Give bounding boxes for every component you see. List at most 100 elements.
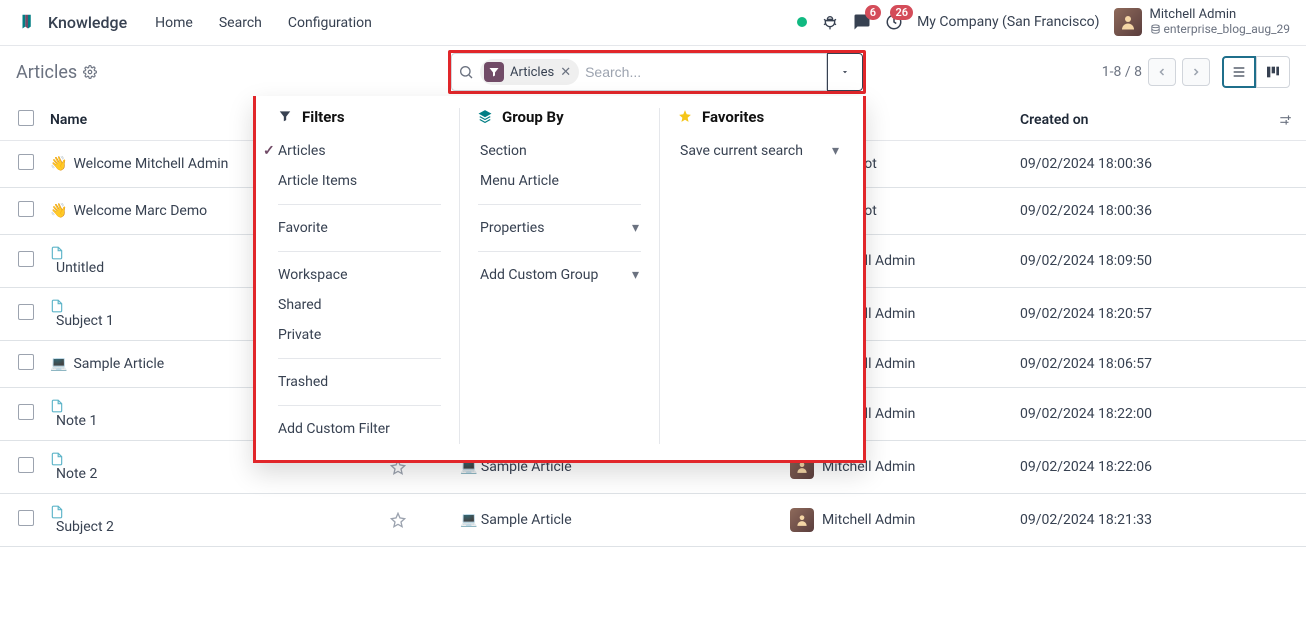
groupby-column: Group By Section Menu Article Properties… [459, 108, 659, 444]
filter-article-items[interactable]: Article Items [278, 166, 441, 196]
filter-chip-articles: Articles ✕ [480, 59, 579, 85]
groupby-heading: Group By [478, 108, 641, 126]
article-name: Untitled [56, 260, 104, 276]
favorites-heading: Favorites [678, 108, 841, 126]
article-name: Sample Article [73, 356, 164, 372]
article-icon [50, 505, 374, 519]
filters-column: Filters Articles Article Items Favorite … [260, 108, 459, 444]
filter-favorite[interactable]: Favorite [278, 213, 441, 243]
article-icon: 👋 [50, 203, 67, 219]
pager-text[interactable]: 1-8 / 8 [1102, 64, 1142, 80]
database-name: enterprise_blog_aug_29 [1150, 23, 1290, 37]
search-dropdown-toggle[interactable] [827, 53, 863, 91]
favorite-star-icon[interactable] [390, 512, 444, 528]
created-on: 09/02/2024 18:22:06 [1020, 459, 1152, 475]
chevron-down-icon: ▾ [632, 220, 639, 236]
article-name: Note 1 [56, 413, 97, 429]
activities-icon[interactable]: 26 [885, 13, 903, 31]
list-view-button[interactable] [1222, 56, 1256, 88]
user-menu[interactable]: Mitchell Admin enterprise_blog_aug_29 [1114, 8, 1290, 37]
article-icon: 💻 [50, 356, 67, 372]
user-name: Mitchell Admin [1150, 8, 1290, 23]
topbar: Knowledge Home Search Configuration 6 26… [0, 0, 1306, 46]
row-checkbox[interactable] [18, 510, 34, 526]
filter-chip-label: Articles [510, 65, 554, 80]
adjust-columns-icon[interactable] [1278, 113, 1298, 127]
nav-home[interactable]: Home [145, 9, 203, 37]
search-bar[interactable]: Articles ✕ [451, 53, 827, 91]
filter-workspace[interactable]: Workspace [278, 260, 441, 290]
row-checkbox[interactable] [18, 304, 34, 320]
company-switcher[interactable]: My Company (San Francisco) [917, 14, 1099, 30]
row-checkbox[interactable] [18, 404, 34, 420]
pager-next-button[interactable] [1182, 58, 1210, 86]
filters-heading: Filters [278, 108, 441, 126]
created-on: 09/02/2024 18:00:36 [1020, 156, 1152, 172]
chevron-down-icon: ▾ [832, 143, 839, 159]
favorites-column: Favorites Save current search ▾ [659, 108, 859, 444]
messages-icon[interactable]: 6 [853, 13, 871, 31]
filter-private[interactable]: Private [278, 320, 441, 350]
close-icon[interactable]: ✕ [560, 65, 571, 80]
created-on: 09/02/2024 18:22:00 [1020, 406, 1152, 422]
row-checkbox[interactable] [18, 457, 34, 473]
created-on: 09/02/2024 18:00:36 [1020, 203, 1152, 219]
author-name: Mitchell Admin [822, 512, 915, 528]
search-icon [458, 64, 474, 80]
created-on: 09/02/2024 18:20:57 [1020, 306, 1152, 322]
right-controls: 1-8 / 8 [1102, 56, 1290, 88]
article-icon: 👋 [50, 156, 67, 172]
nav-configuration[interactable]: Configuration [278, 9, 382, 37]
article-name: Subject 1 [56, 313, 114, 329]
article-item-parent: 💻 Sample Article [460, 512, 572, 528]
chevron-down-icon: ▾ [632, 267, 639, 283]
article-name: Subject 2 [56, 519, 114, 535]
row-checkbox[interactable] [18, 251, 34, 267]
groupby-section[interactable]: Section [478, 136, 641, 166]
view-switcher [1222, 56, 1290, 88]
search-options-panel: Filters Articles Article Items Favorite … [253, 96, 866, 463]
favorites-save-search[interactable]: Save current search ▾ [678, 136, 841, 166]
filter-trashed[interactable]: Trashed [278, 367, 441, 397]
systray: 6 26 My Company (San Francisco) Mitchell… [797, 8, 1290, 37]
created-on: 09/02/2024 18:06:57 [1020, 356, 1152, 372]
messages-badge: 6 [865, 5, 881, 20]
row-checkbox[interactable] [18, 154, 34, 170]
layers-icon [478, 109, 494, 125]
article-name: Note 2 [56, 466, 97, 482]
nav-search[interactable]: Search [209, 9, 272, 37]
row-checkbox[interactable] [18, 354, 34, 370]
presence-status-icon [797, 17, 807, 27]
kanban-view-button[interactable] [1256, 56, 1290, 88]
nav-items: Home Search Configuration [145, 9, 382, 37]
created-on: 09/02/2024 18:21:33 [1020, 512, 1152, 528]
avatar-icon [1114, 8, 1142, 36]
article-name: Welcome Marc Demo [73, 203, 207, 219]
funnel-icon [278, 109, 294, 125]
row-checkbox[interactable] [18, 201, 34, 217]
pager-prev-button[interactable] [1148, 58, 1176, 86]
created-on: 09/02/2024 18:09:50 [1020, 253, 1152, 269]
column-header-created[interactable]: Created on [1012, 100, 1270, 141]
activities-badge: 26 [890, 5, 913, 20]
groupby-add-custom[interactable]: Add Custom Group ▾ [478, 260, 641, 290]
star-icon [678, 109, 694, 125]
filter-articles[interactable]: Articles [278, 136, 441, 166]
app-logo-icon [16, 11, 40, 35]
page-title: Articles [16, 62, 97, 83]
filter-shared[interactable]: Shared [278, 290, 441, 320]
pager: 1-8 / 8 [1102, 58, 1210, 86]
search-container: Articles ✕ [448, 50, 866, 94]
user-avatar-icon [790, 508, 814, 532]
groupby-properties[interactable]: Properties ▾ [478, 213, 641, 243]
table-row[interactable]: Subject 2 💻 Sample Article Mitchell Admin 0… [0, 494, 1306, 547]
select-all-checkbox[interactable] [18, 110, 34, 126]
groupby-menu-article[interactable]: Menu Article [478, 166, 641, 196]
search-input[interactable] [585, 64, 820, 80]
gear-icon[interactable] [83, 65, 97, 79]
filter-icon [484, 62, 504, 82]
app-title: Knowledge [48, 13, 127, 32]
filter-add-custom[interactable]: Add Custom Filter [278, 414, 441, 444]
article-name: Welcome Mitchell Admin [73, 156, 228, 172]
debug-icon[interactable] [821, 13, 839, 31]
